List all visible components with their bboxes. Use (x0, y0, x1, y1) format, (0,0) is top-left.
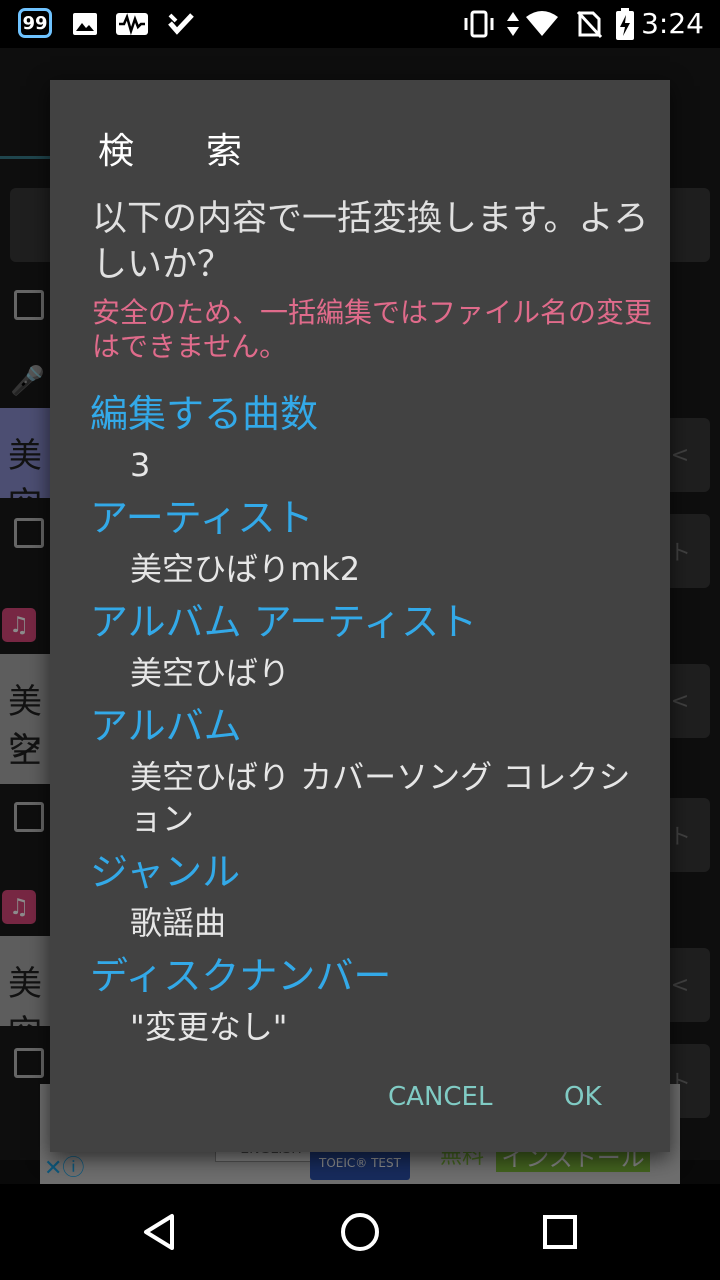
field-label-track-count: 編集する曲数 (90, 392, 319, 436)
ok-button[interactable]: OK (564, 1072, 602, 1122)
image-icon (70, 8, 100, 40)
vibrate-icon (460, 8, 498, 40)
field-value-disc-number: "変更なし" (130, 1008, 288, 1046)
dialog-title: 検 索 (98, 131, 243, 172)
checkmark-icon (166, 8, 196, 40)
badge-99-icon: 99 (18, 8, 52, 38)
field-label-album: アルバム (90, 704, 242, 748)
field-list: 編集する曲数 3 アーティスト 美空ひばりmk2 アルバム アーティスト 美空ひ… (90, 388, 650, 1054)
dialog-button-bar: CANCEL OK (50, 1072, 670, 1122)
field-value-genre: 歌謡曲 (130, 904, 227, 942)
waveform-icon (114, 8, 150, 40)
field-value-album: 美空ひばり カバーソング コレクション (130, 758, 631, 838)
data-arrows-icon (504, 8, 522, 40)
field-value-artist: 美空ひばりmk2 (130, 550, 361, 588)
battery-charging-icon (614, 8, 636, 40)
field-label-album-artist: アルバム アーティスト (90, 600, 478, 644)
clock: 3:24 (641, 7, 704, 40)
status-bar: 99 3:24 (0, 0, 720, 48)
field-value-album-artist: 美空ひばり (130, 654, 291, 692)
batch-edit-dialog: 検 索 以下の内容で一括変換します。よろしいか？ 安全のため、一括編集ではファイ… (50, 80, 670, 1152)
field-value-track-count: 3 (130, 446, 151, 484)
field-label-disc-number: ディスクナンバー (90, 954, 392, 998)
field-label-genre: ジャンル (90, 850, 241, 894)
cancel-button[interactable]: CANCEL (388, 1072, 492, 1122)
field-label-artist: アーティスト (90, 496, 314, 540)
back-icon[interactable] (136, 1208, 184, 1256)
navigation-bar (0, 1184, 720, 1280)
home-icon[interactable] (336, 1208, 384, 1256)
recents-icon[interactable] (536, 1208, 584, 1256)
no-sim-icon (574, 8, 604, 40)
dialog-message: 以下の内容で一括変換します。よろしいか？ (92, 199, 649, 285)
wifi-icon (524, 8, 560, 40)
dialog-warning: 安全のため、一括編集ではファイル名の変更はできません。 (92, 296, 653, 363)
